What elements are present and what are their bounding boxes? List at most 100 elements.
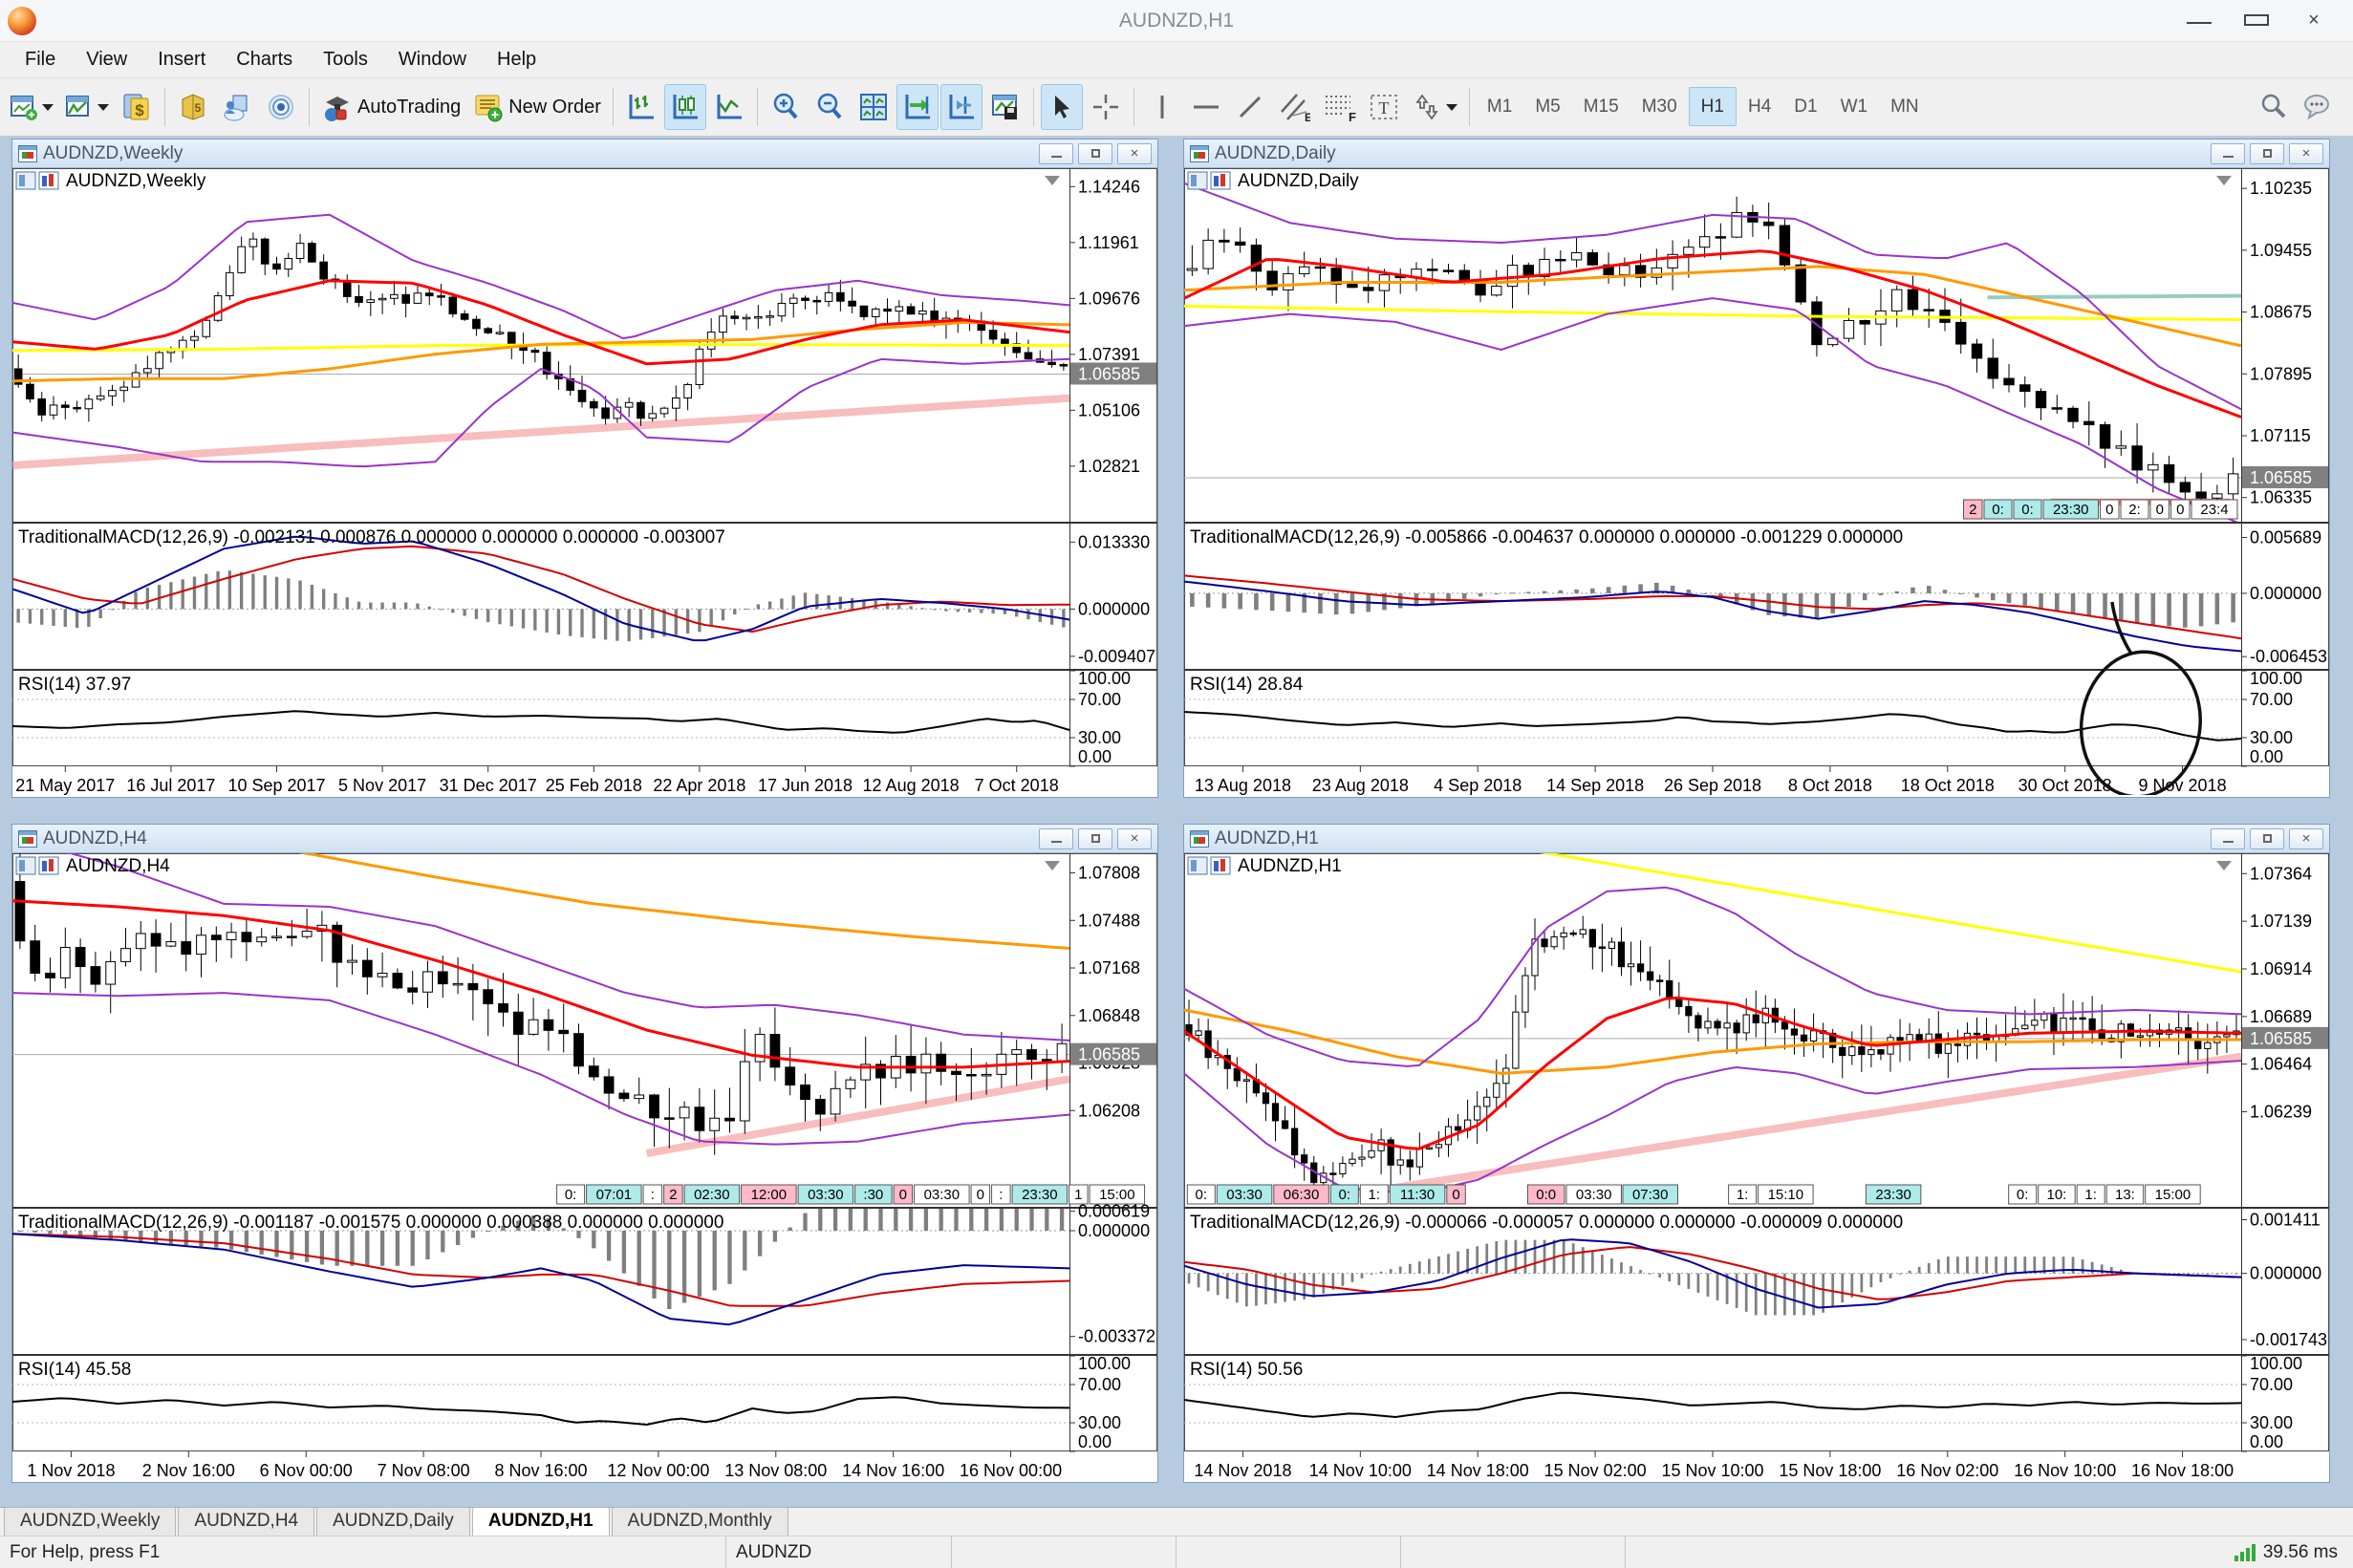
minimize-button[interactable] (2211, 828, 2245, 849)
window-close-button[interactable]: × (2301, 10, 2326, 32)
menu-window[interactable]: Window (383, 45, 482, 75)
menu-insert[interactable]: Insert (142, 45, 221, 75)
chart-window-titlebar[interactable]: AUDNZD,H4× (12, 825, 1157, 853)
timeframe-d1[interactable]: D1 (1782, 88, 1828, 125)
macd-tick: -0.009407 (1078, 647, 1155, 666)
chart-tab-audnzd-h1[interactable]: AUDNZD,H1 (472, 1507, 610, 1536)
history-center-button[interactable]: 5 (172, 84, 214, 130)
price-tick: 1.07488 (1078, 911, 1140, 930)
window-minimize-button[interactable] (2187, 10, 2212, 32)
price-tick: 1.07808 (1078, 864, 1140, 883)
restore-button[interactable] (2250, 143, 2284, 164)
current-price-tag: 1.06585 (1078, 1045, 1140, 1064)
timeframe-m5[interactable]: M5 (1523, 88, 1571, 125)
minimize-button[interactable] (2211, 143, 2245, 164)
date-tick: 10 Sep 2017 (227, 776, 325, 795)
chart-body[interactable]: AUDNZD,DailyTraditionalMACD(12,26,9) -0.… (1184, 168, 2329, 797)
line-chart-mode-button[interactable] (708, 84, 750, 130)
navigator-button[interactable] (216, 84, 258, 130)
chevron-down-icon[interactable] (97, 104, 109, 111)
chart-tab-audnzd-weekly[interactable]: AUDNZD,Weekly (4, 1507, 176, 1536)
profiles-button[interactable] (60, 84, 114, 130)
close-button[interactable]: × (1117, 828, 1152, 849)
trendline-tool-button[interactable] (1229, 84, 1271, 130)
time-badge-label: :30 (863, 1187, 883, 1203)
autotrading-label: AutoTrading (357, 97, 461, 118)
restore-button[interactable] (1078, 143, 1112, 164)
time-badge-label: 07:01 (596, 1187, 633, 1203)
chart-tab-audnzd-monthly[interactable]: AUDNZD,Monthly (612, 1507, 788, 1536)
time-badge-label: 2: (2128, 502, 2141, 518)
menu-tools[interactable]: Tools (308, 45, 383, 75)
chart-tab-audnzd-daily[interactable]: AUDNZD,Daily (316, 1507, 470, 1536)
date-tick: 25 Feb 2018 (546, 776, 642, 795)
new-chart-button[interactable] (5, 84, 58, 130)
chevron-down-icon[interactable] (1446, 104, 1457, 111)
chart-body[interactable]: AUDNZD,H1TraditionalMACD(12,26,9) -0.000… (1184, 853, 2329, 1482)
templates-button[interactable] (984, 84, 1026, 130)
close-button[interactable]: × (2289, 143, 2323, 164)
horizontal-line-tool-button[interactable] (1185, 84, 1227, 130)
timeframe-h1[interactable]: H1 (1689, 87, 1737, 126)
crosshair-tool-button[interactable] (1085, 84, 1127, 130)
chart-window-titlebar[interactable]: AUDNZD,H1× (1184, 825, 2329, 853)
rsi-label: RSI(14) 28.84 (1190, 675, 1304, 695)
date-tick: 12 Nov 00:00 (607, 1461, 709, 1480)
autotrading-button[interactable]: AutoTrading (316, 84, 465, 130)
zoom-in-button[interactable] (765, 84, 807, 130)
text-tool-button[interactable]: T (1363, 84, 1405, 130)
new-order-button[interactable]: New Order (467, 84, 606, 130)
timeframe-m15[interactable]: M15 (1572, 88, 1630, 125)
chevron-down-icon[interactable] (42, 104, 54, 111)
timeframe-w1[interactable]: W1 (1829, 88, 1880, 125)
equidistant-channel-tool-button[interactable]: E (1273, 84, 1315, 130)
close-button[interactable]: × (2289, 828, 2323, 849)
menu-help[interactable]: Help (482, 45, 551, 75)
chart-symbol-label: AUDNZD,H1 (1238, 856, 1342, 876)
new-order-label: New Order (508, 97, 601, 118)
macd-tick: 0.000000 (1078, 599, 1150, 618)
terminal-button[interactable] (260, 84, 302, 130)
vertical-line-tool-button[interactable] (1141, 84, 1183, 130)
chart-shift-button[interactable] (940, 84, 982, 130)
current-price-tag: 1.06585 (2250, 468, 2312, 487)
rsi-tick: 30.00 (1078, 728, 1121, 747)
macd-tick: 0.000000 (2250, 1264, 2321, 1283)
chart-window-titlebar[interactable]: AUDNZD,Weekly× (12, 140, 1157, 168)
time-badge-label: 0 (2156, 502, 2164, 518)
chart-body[interactable]: AUDNZD,WeeklyTraditionalMACD(12,26,9) -0… (12, 168, 1157, 797)
macd-label: TraditionalMACD(12,26,9) -0.001187 -0.00… (18, 1213, 723, 1233)
menu-charts[interactable]: Charts (221, 45, 308, 75)
menu-file[interactable]: File (10, 45, 71, 75)
chart-body[interactable]: AUDNZD,H4TraditionalMACD(12,26,9) -0.001… (12, 853, 1157, 1482)
zoom-out-button[interactable] (809, 84, 851, 130)
price-tick: 1.07139 (2250, 912, 2312, 931)
market-watch-button[interactable]: $ (116, 84, 158, 130)
arrows-tool-button[interactable] (1407, 84, 1462, 130)
tile-windows-button[interactable] (853, 84, 895, 130)
timeframe-h4[interactable]: H4 (1737, 88, 1782, 125)
cursor-tool-button[interactable] (1041, 84, 1083, 130)
macd-tick: 0.000619 (1078, 1202, 1150, 1221)
menu-view[interactable]: View (71, 45, 142, 75)
close-button[interactable]: × (1117, 143, 1152, 164)
timeframe-m1[interactable]: M1 (1476, 88, 1523, 125)
chat-icon[interactable] (2297, 84, 2339, 130)
search-icon[interactable] (2253, 84, 2295, 130)
chart-tab-audnzd-h4[interactable]: AUDNZD,H4 (178, 1507, 314, 1536)
window-restore-button[interactable] (2244, 10, 2269, 32)
minimize-button[interactable] (1039, 143, 1073, 164)
timeframe-m30[interactable]: M30 (1630, 88, 1689, 125)
bar-chart-mode-button[interactable] (620, 84, 662, 130)
minimize-button[interactable] (1039, 828, 1073, 849)
restore-button[interactable] (1078, 828, 1112, 849)
auto-scroll-button[interactable] (896, 84, 939, 130)
rsi-tick: 70.00 (2250, 690, 2293, 709)
fibonacci-tool-button[interactable]: F (1317, 84, 1361, 130)
candlestick-mode-button[interactable] (664, 84, 706, 130)
chart-window-titlebar[interactable]: AUDNZD,Daily× (1184, 140, 2329, 168)
date-tick: 5 Nov 2017 (338, 776, 426, 795)
timeframe-mn[interactable]: MN (1879, 88, 1931, 125)
restore-button[interactable] (2250, 828, 2284, 849)
timeframe-bar: M1M5M15M30H1H4D1W1MN (1476, 97, 1931, 118)
